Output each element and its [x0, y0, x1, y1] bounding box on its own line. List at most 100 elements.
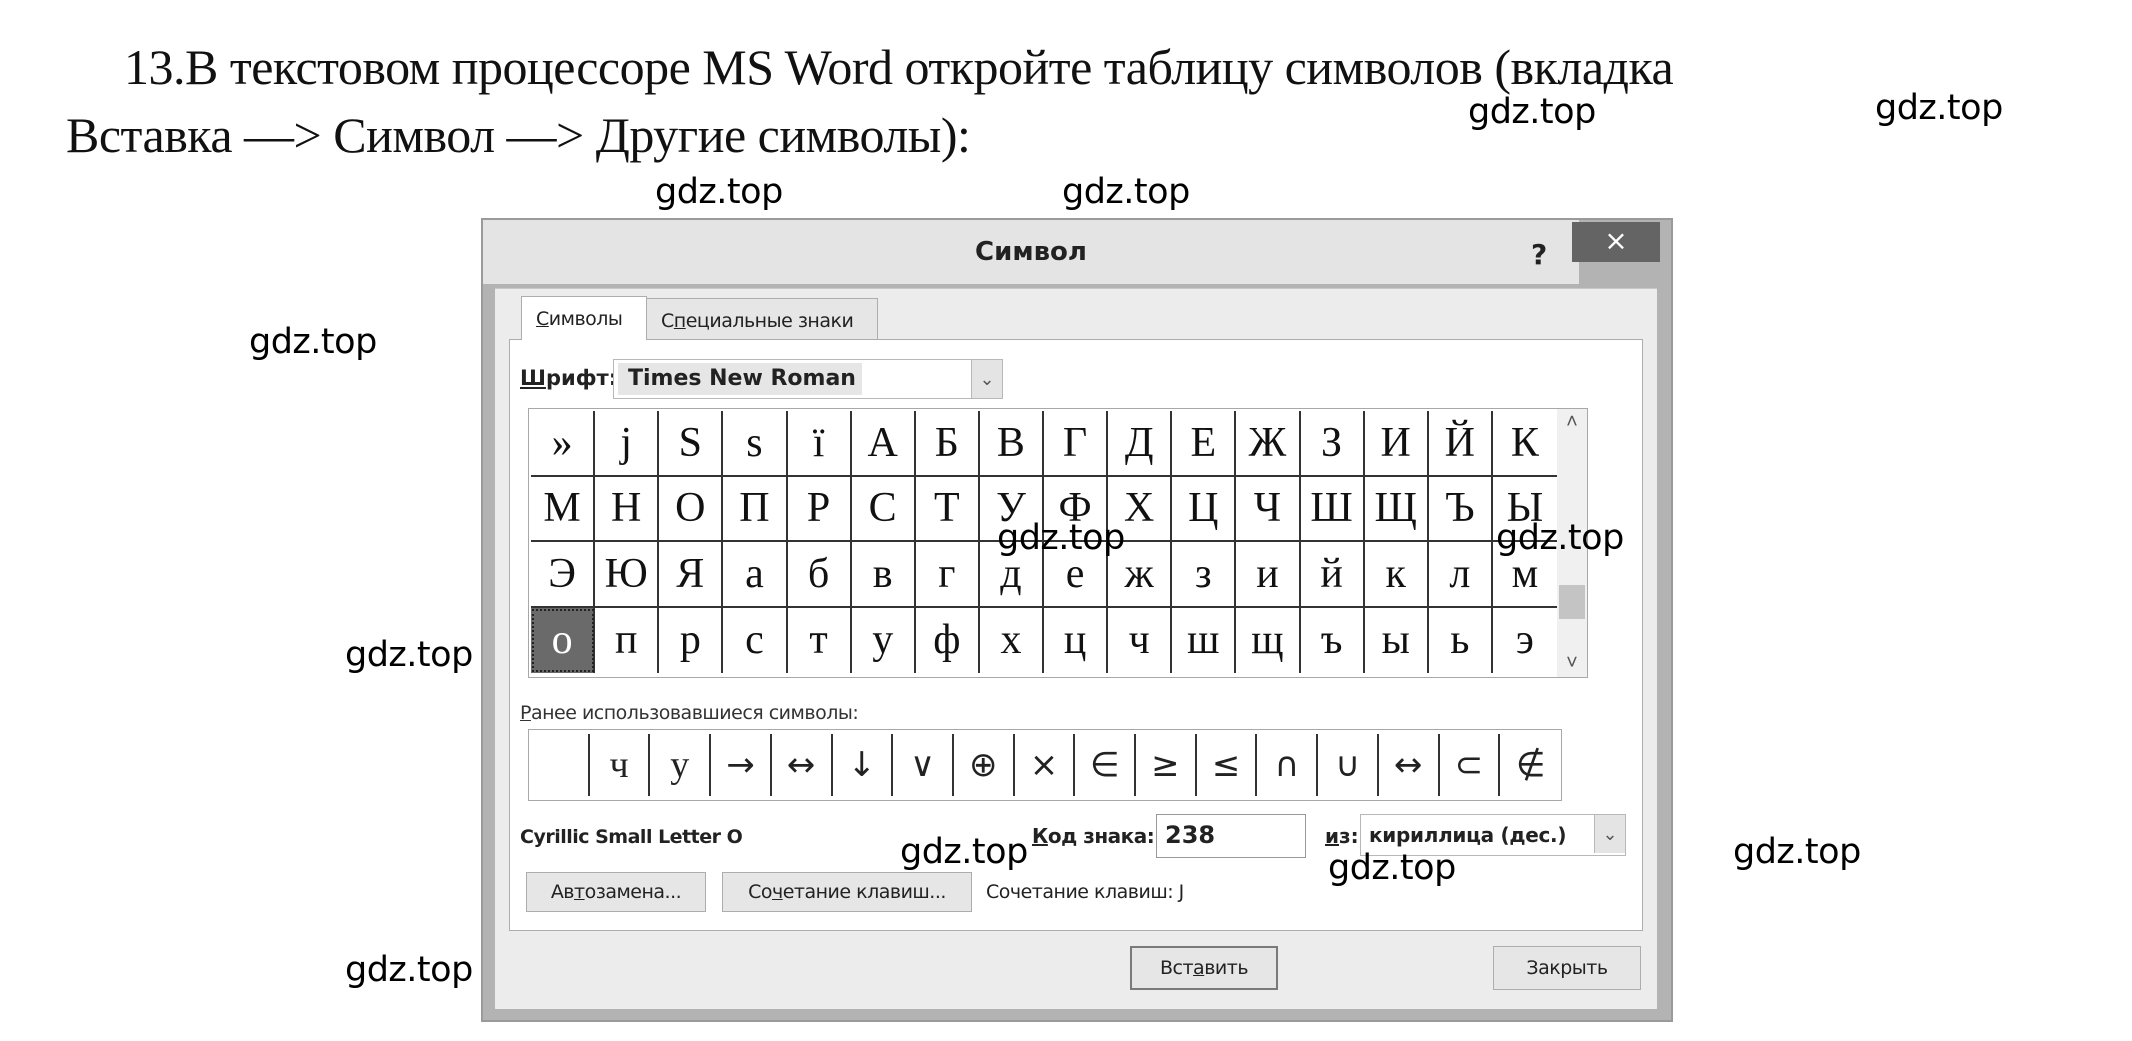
recent-symbol-cell[interactable]: ∉ — [1500, 734, 1561, 796]
symbol-cell[interactable]: j — [595, 411, 660, 477]
symbol-cell-selected[interactable]: о — [531, 607, 596, 673]
symbol-cell[interactable]: х — [980, 607, 1044, 673]
scroll-up-icon[interactable]: ˄ — [1557, 411, 1587, 434]
scroll-down-icon[interactable]: ˅ — [1557, 652, 1587, 675]
tab-symbols[interactable]: Символы — [521, 296, 647, 340]
symbol-cell[interactable]: ц — [1044, 607, 1109, 673]
symbol-cell[interactable]: Р — [787, 476, 852, 542]
recent-symbols-label: Ранее использовавшиеся символы: — [520, 702, 859, 724]
insert-button[interactable]: Вставить — [1130, 946, 1278, 990]
symbol-cell[interactable]: б — [787, 542, 852, 608]
symbol-cell[interactable]: Я — [659, 542, 724, 608]
symbol-cell[interactable]: с — [723, 607, 788, 673]
symbol-cell[interactable]: Н — [595, 476, 660, 542]
symbol-cell[interactable]: з — [1172, 542, 1237, 608]
symbol-cell[interactable]: » — [531, 411, 596, 477]
recent-symbol-cell[interactable]: ∈ — [1075, 734, 1137, 796]
symbol-cell[interactable]: Ч — [1236, 476, 1301, 542]
symbol-cell[interactable]: А — [851, 411, 916, 477]
title-bar[interactable]: Символ ? — [483, 220, 1579, 284]
symbol-cell[interactable]: а — [723, 542, 788, 608]
recent-symbols-row: ч у → ↔ ↓ ∨ ⊕ × ∈ ≥ ≤ ∩ ∪ ↔ ⊂ ∉ — [528, 729, 1562, 801]
recent-symbol-cell[interactable]: ⊕ — [954, 734, 1015, 796]
symbol-cell[interactable]: Т — [915, 476, 980, 542]
symbol-cell[interactable]: С — [851, 476, 916, 542]
symbol-cell[interactable]: э — [1493, 608, 1557, 674]
recent-symbol-cell[interactable]: → — [711, 734, 772, 796]
dialog-title: Символ — [975, 237, 1087, 267]
symbol-cell[interactable]: И — [1364, 411, 1429, 477]
symbol-cell[interactable]: р — [659, 607, 724, 673]
symbol-cell[interactable]: К — [1492, 411, 1557, 477]
close-button[interactable]: Закрыть — [1493, 946, 1641, 990]
chevron-down-icon[interactable]: ⌄ — [1594, 815, 1625, 853]
recent-symbol-cell[interactable] — [529, 734, 590, 796]
symbol-cell[interactable]: л — [1428, 542, 1493, 608]
watermark: gdz.top — [900, 832, 1028, 872]
symbol-cell[interactable]: т — [788, 607, 852, 673]
tab-special-characters[interactable]: Специальные знаки — [646, 298, 878, 340]
recent-symbol-cell[interactable]: ⊂ — [1440, 734, 1501, 796]
symbol-cell[interactable]: и — [1236, 542, 1301, 608]
symbol-cell[interactable]: Ш — [1300, 476, 1365, 542]
symbol-cell[interactable]: ь — [1429, 607, 1493, 673]
symbol-cell[interactable]: Э — [531, 542, 596, 608]
symbol-cell[interactable]: s — [723, 411, 788, 477]
symbol-cell[interactable]: ш — [1172, 607, 1237, 673]
symbol-cell[interactable]: Б — [915, 411, 980, 477]
symbol-cell[interactable]: ф — [916, 607, 980, 673]
symbol-cell[interactable]: Е — [1172, 411, 1237, 477]
symbol-cell[interactable]: в — [851, 542, 916, 608]
recent-symbol-cell[interactable]: ∨ — [893, 734, 954, 796]
symbol-cell[interactable]: Ж — [1236, 411, 1301, 477]
symbol-cell[interactable]: ї — [787, 411, 852, 477]
symbol-cell[interactable]: Г — [1044, 411, 1109, 477]
recent-symbol-cell[interactable]: ч — [590, 734, 651, 796]
recent-symbol-cell[interactable]: ≥ — [1136, 734, 1197, 796]
symbol-cell[interactable]: Ъ — [1428, 476, 1493, 542]
symbol-cell[interactable]: Ю — [595, 542, 660, 608]
symbol-cell[interactable]: О — [659, 476, 724, 542]
symbol-dialog: Символ ? × Символы Специальные знаки Шри… — [481, 218, 1673, 1022]
symbol-cell[interactable]: Й — [1428, 411, 1493, 477]
symbol-cell[interactable]: у — [852, 607, 916, 673]
recent-symbol-cell[interactable]: ≤ — [1197, 734, 1258, 796]
help-button[interactable]: ? — [1531, 238, 1547, 271]
font-dropdown[interactable]: Times New Roman ⌄ — [613, 359, 1003, 399]
recent-symbol-cell[interactable]: ↔ — [772, 734, 833, 796]
recent-symbol-cell[interactable]: ↓ — [833, 734, 894, 796]
recent-symbol-cell[interactable]: ↔ — [1379, 734, 1440, 796]
task-text-line-1: 13.В текстовом процессоре MS Word открой… — [124, 39, 1674, 95]
symbol-cell[interactable]: М — [531, 476, 596, 542]
symbol-cell[interactable]: щ — [1236, 607, 1301, 673]
symbol-cell[interactable]: Ц — [1172, 476, 1237, 542]
symbol-cell[interactable]: п — [595, 607, 660, 673]
watermark: gdz.top — [1328, 848, 1456, 888]
symbol-cell[interactable]: В — [979, 411, 1044, 477]
symbol-cell[interactable]: г — [915, 542, 980, 608]
recent-symbol-cell[interactable]: × — [1015, 734, 1076, 796]
scroll-thumb[interactable] — [1559, 585, 1585, 619]
shortcut-key-button[interactable]: Сочетание клавиш... — [722, 872, 972, 912]
symbol-cell[interactable]: З — [1300, 411, 1365, 477]
watermark: gdz.top — [1468, 92, 1596, 132]
symbol-cell[interactable]: ч — [1108, 607, 1173, 673]
chevron-down-icon[interactable]: ⌄ — [971, 360, 1002, 398]
character-code-input[interactable]: 238 — [1156, 814, 1306, 858]
close-icon[interactable]: × — [1572, 222, 1660, 262]
recent-symbol-cell[interactable]: ∪ — [1318, 734, 1379, 796]
autocorrect-button[interactable]: Автозамена... — [526, 872, 706, 912]
symbol-cell[interactable]: S — [659, 411, 724, 477]
symbol-cell[interactable]: ъ — [1301, 607, 1365, 673]
symbol-cell[interactable]: Д — [1108, 411, 1173, 477]
watermark: gdz.top — [345, 635, 473, 675]
tab-label-accel: С — [536, 308, 549, 330]
symbol-cell[interactable]: й — [1300, 542, 1365, 608]
recent-symbol-cell[interactable]: ∩ — [1257, 734, 1319, 796]
symbol-cell[interactable]: к — [1364, 542, 1429, 608]
watermark: gdz.top — [249, 322, 377, 362]
recent-symbol-cell[interactable]: у — [650, 734, 712, 796]
symbol-cell[interactable]: ы — [1365, 607, 1429, 673]
symbol-cell[interactable]: П — [723, 476, 788, 542]
symbol-cell[interactable]: Щ — [1364, 476, 1429, 542]
